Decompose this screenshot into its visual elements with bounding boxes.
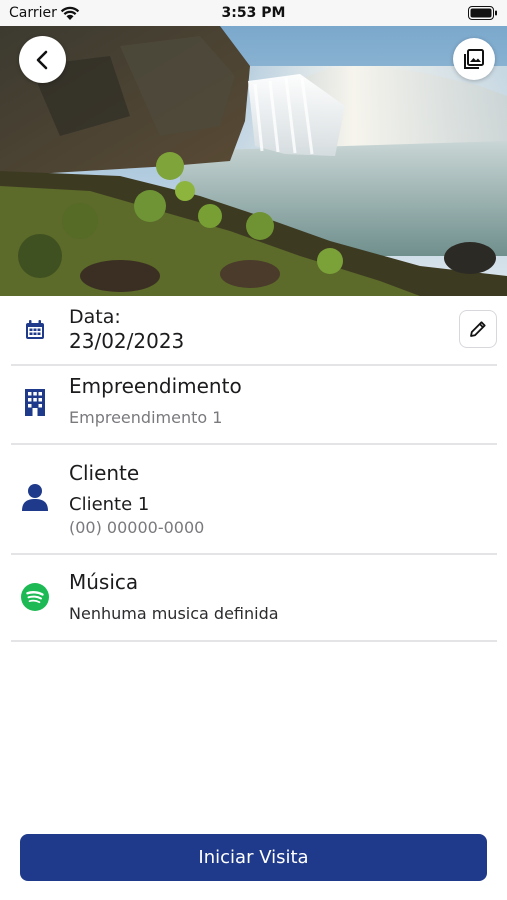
waterfall-photo: [0, 26, 507, 296]
empreendimento-label: Empreendimento: [69, 374, 242, 398]
edit-date-button[interactable]: [459, 310, 497, 348]
calendar-icon: [21, 316, 49, 344]
empreendimento-row[interactable]: Empreendimento Empreendimento 1: [11, 366, 497, 445]
empreendimento-value: Empreendimento 1: [69, 408, 223, 427]
building-icon: [21, 388, 49, 416]
cliente-row[interactable]: Cliente Cliente 1 (00) 00000-0000: [11, 445, 497, 555]
hero-image: [0, 26, 507, 296]
cliente-phone: (00) 00000-0000: [69, 518, 205, 537]
back-button[interactable]: [19, 36, 66, 83]
pencil-icon: [470, 321, 486, 337]
gallery-button[interactable]: [453, 38, 495, 80]
date-value: 23/02/2023: [69, 329, 185, 353]
person-icon: [21, 483, 49, 511]
date-row: Data: 23/02/2023: [11, 296, 497, 366]
musica-row[interactable]: Música Nenhuma musica definida: [11, 555, 497, 642]
musica-value: Nenhuma musica definida: [69, 604, 279, 623]
musica-label: Música: [69, 570, 139, 594]
chevron-left-icon: [36, 50, 47, 69]
clock-label: 3:53 PM: [221, 5, 286, 21]
cliente-label: Cliente: [69, 461, 140, 485]
battery-icon: [468, 6, 497, 20]
cliente-name: Cliente 1: [69, 494, 150, 515]
spotify-icon: [21, 583, 49, 611]
start-visit-button[interactable]: Iniciar Visita: [20, 834, 487, 881]
status-bar: Carrier 3:53 PM: [0, 0, 507, 26]
date-label: Data:: [69, 306, 121, 328]
photo-library-icon: [464, 49, 484, 69]
